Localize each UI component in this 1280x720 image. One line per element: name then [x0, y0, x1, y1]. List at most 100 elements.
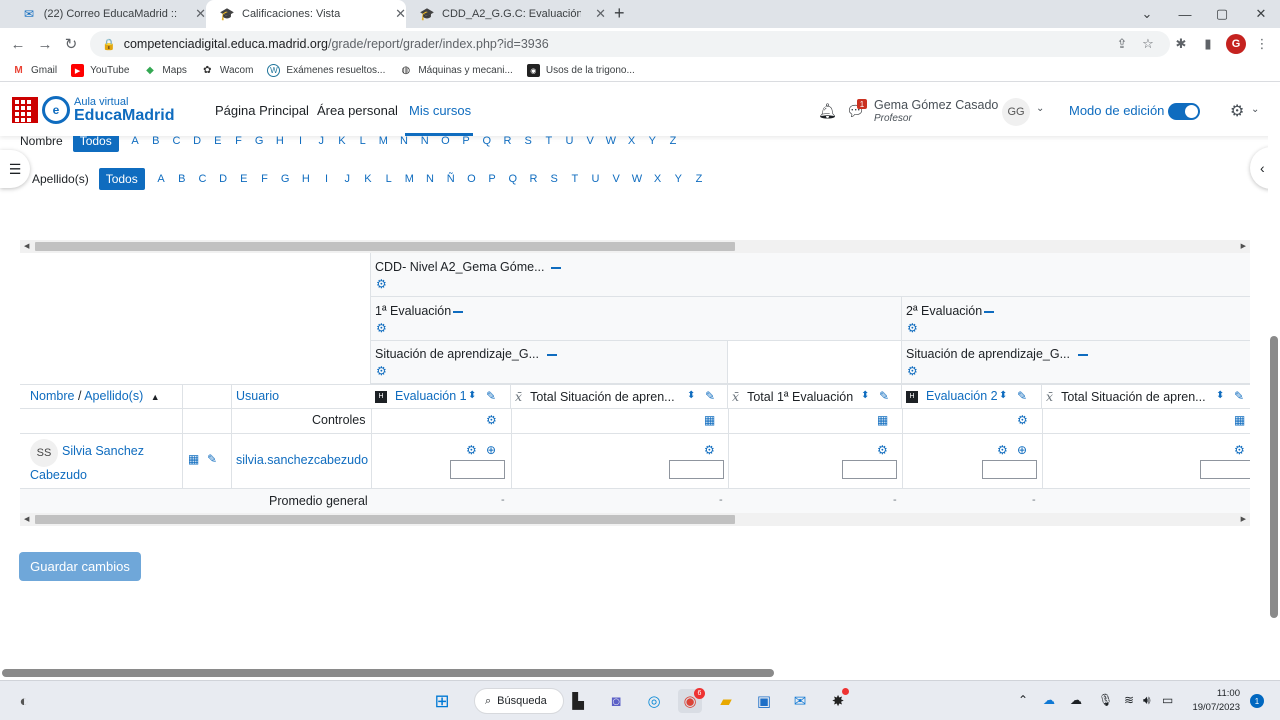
- widgets-icon[interactable]: ◐: [12, 689, 36, 713]
- scrollbar-thumb[interactable]: [1270, 336, 1278, 618]
- cog-icon[interactable]: ⚙: [907, 321, 918, 335]
- grade-input[interactable]: [982, 460, 1037, 479]
- initial-letter-27[interactable]: Z: [689, 173, 710, 185]
- pencil-icon[interactable]: ✎: [486, 389, 496, 403]
- sort-icon[interactable]: ⬍: [861, 390, 869, 401]
- new-tab-button[interactable]: +: [614, 3, 625, 24]
- task-view-icon[interactable]: ▙: [566, 689, 590, 713]
- zoom-in-icon[interactable]: ⊕: [1017, 443, 1027, 457]
- cloud-icon[interactable]: ☁: [1070, 693, 1082, 707]
- pencil-icon[interactable]: ✎: [879, 389, 889, 403]
- bookmark-youtube[interactable]: ▶ YouTube: [71, 64, 129, 77]
- page-horizontal-scrollbar[interactable]: [0, 664, 1268, 680]
- forward-arrow-icon[interactable]: →: [34, 34, 56, 54]
- close-tab-icon[interactable]: ✕: [195, 6, 206, 22]
- bookmark-maquinas[interactable]: ◍ Máquinas y mecani...: [399, 64, 512, 77]
- calculator-icon[interactable]: ▦: [704, 413, 715, 427]
- user-column-header[interactable]: Usuario: [236, 389, 279, 403]
- user-name[interactable]: Gema Gómez Casado: [874, 99, 998, 112]
- course-index-toggle[interactable]: ☰: [0, 150, 30, 188]
- initial-letter-15[interactable]: Ñ: [440, 173, 461, 185]
- windows-start-icon[interactable]: ⊞: [430, 689, 454, 713]
- address-bar[interactable]: 🔒 competenciadigital.educa.madrid.org/gr…: [90, 31, 1170, 57]
- initial-letter-10[interactable]: J: [311, 136, 332, 147]
- student-username[interactable]: silvia.sanchezcabezudo: [236, 453, 368, 467]
- initial-letter-26[interactable]: Y: [668, 173, 689, 185]
- collapse-minus-icon[interactable]: [547, 353, 557, 356]
- bookmark-examenes[interactable]: W Exámenes resueltos...: [267, 64, 385, 77]
- minimize-button[interactable]: —: [1166, 0, 1204, 28]
- grade-input[interactable]: [1200, 460, 1250, 479]
- collapse-minus-icon[interactable]: [453, 310, 464, 313]
- side-panel-icon[interactable]: ▮: [1198, 34, 1218, 54]
- initial-letter-16[interactable]: O: [435, 136, 456, 147]
- teams-chat-icon[interactable]: ◙: [604, 689, 628, 713]
- pencil-icon[interactable]: ✎: [1234, 389, 1244, 403]
- nav-pagina-principal[interactable]: Página Principal: [215, 103, 309, 118]
- collapse-minus-icon[interactable]: [984, 310, 995, 313]
- cog-icon[interactable]: ⚙: [486, 413, 497, 427]
- maximize-button[interactable]: ▢: [1203, 0, 1241, 28]
- scroll-left-arrow-icon[interactable]: ◀: [24, 513, 29, 526]
- initial-letter-23[interactable]: V: [606, 173, 627, 185]
- share-icon[interactable]: ⇪: [1112, 34, 1132, 54]
- pencil-icon[interactable]: ✎: [705, 389, 715, 403]
- pencil-icon[interactable]: ✎: [207, 452, 217, 466]
- initial-letter-2[interactable]: B: [145, 136, 166, 147]
- cog-icon[interactable]: ⚙: [376, 364, 387, 378]
- initial-letter-20[interactable]: S: [544, 173, 565, 185]
- initial-letter-8[interactable]: H: [296, 173, 317, 185]
- initial-letter-4[interactable]: D: [213, 173, 234, 185]
- item-name[interactable]: Evaluación 1: [395, 389, 467, 403]
- item-name[interactable]: Evaluación 2: [926, 389, 998, 403]
- chevron-down-icon[interactable]: ⌄: [1036, 103, 1044, 114]
- file-explorer-icon[interactable]: ▰: [714, 689, 738, 713]
- initial-letter-2[interactable]: B: [171, 173, 192, 185]
- cog-icon[interactable]: ⚙: [997, 443, 1008, 457]
- initial-letter-9[interactable]: I: [290, 136, 311, 147]
- reload-icon[interactable]: ↻: [60, 34, 82, 54]
- grade-input[interactable]: [669, 460, 724, 479]
- cog-icon[interactable]: ⚙: [466, 443, 477, 457]
- battery-icon[interactable]: ▭: [1162, 693, 1173, 707]
- page-vertical-scrollbar[interactable]: [1268, 136, 1280, 680]
- close-window-button[interactable]: ✕: [1242, 0, 1280, 28]
- initial-letter-14[interactable]: N: [394, 136, 415, 147]
- initial-letter-23[interactable]: V: [580, 136, 601, 147]
- initial-letter-3[interactable]: C: [192, 173, 213, 185]
- initial-letter-25[interactable]: X: [621, 136, 642, 147]
- student-name[interactable]: Cabezudo: [30, 468, 87, 482]
- mail-app-icon[interactable]: ✉: [788, 689, 812, 713]
- zoom-in-icon[interactable]: ⊕: [486, 443, 496, 457]
- nav-mis-cursos[interactable]: Mis cursos: [409, 103, 471, 118]
- initial-letter-26[interactable]: Y: [642, 136, 663, 147]
- initial-all-button[interactable]: Todos: [98, 168, 145, 190]
- bookmark-usos[interactable]: ◉ Usos de la trigono...: [526, 64, 635, 77]
- initial-letter-21[interactable]: T: [538, 136, 559, 147]
- cog-icon[interactable]: ⚙: [1234, 443, 1245, 457]
- pencil-icon[interactable]: ✎: [1017, 389, 1027, 403]
- initial-letter-10[interactable]: J: [337, 173, 358, 185]
- grade-input[interactable]: [450, 460, 505, 479]
- back-arrow-icon[interactable]: ←: [7, 34, 29, 54]
- initial-letter-19[interactable]: R: [497, 136, 518, 147]
- initial-letter-14[interactable]: N: [420, 173, 441, 185]
- scrollbar-thumb[interactable]: [35, 515, 735, 524]
- profile-avatar[interactable]: G: [1226, 34, 1246, 54]
- gear-icon[interactable]: ⚙: [1230, 101, 1244, 121]
- cog-icon[interactable]: ⚙: [704, 443, 715, 457]
- initial-letter-3[interactable]: C: [166, 136, 187, 147]
- chevron-down-icon[interactable]: ⌄: [1251, 104, 1259, 115]
- user-avatar[interactable]: GG: [1002, 98, 1030, 126]
- initial-letter-13[interactable]: M: [399, 173, 420, 185]
- grade-input[interactable]: [842, 460, 897, 479]
- bookmark-gmail[interactable]: M Gmail: [12, 64, 57, 77]
- initial-letter-6[interactable]: F: [254, 173, 275, 185]
- menu-kebab-icon[interactable]: ⋮: [1252, 34, 1272, 54]
- tab-cdd-evaluacion[interactable]: 🎓 CDD_A2_G.G.C: Evaluación final ✕: [406, 0, 606, 28]
- tab-calificaciones[interactable]: 🎓 Calificaciones: Vista ✕: [206, 0, 406, 28]
- initial-letter-18[interactable]: Q: [476, 136, 497, 147]
- initial-letter-19[interactable]: R: [523, 173, 544, 185]
- initial-letter-7[interactable]: G: [275, 173, 296, 185]
- initial-letter-5[interactable]: E: [233, 173, 254, 185]
